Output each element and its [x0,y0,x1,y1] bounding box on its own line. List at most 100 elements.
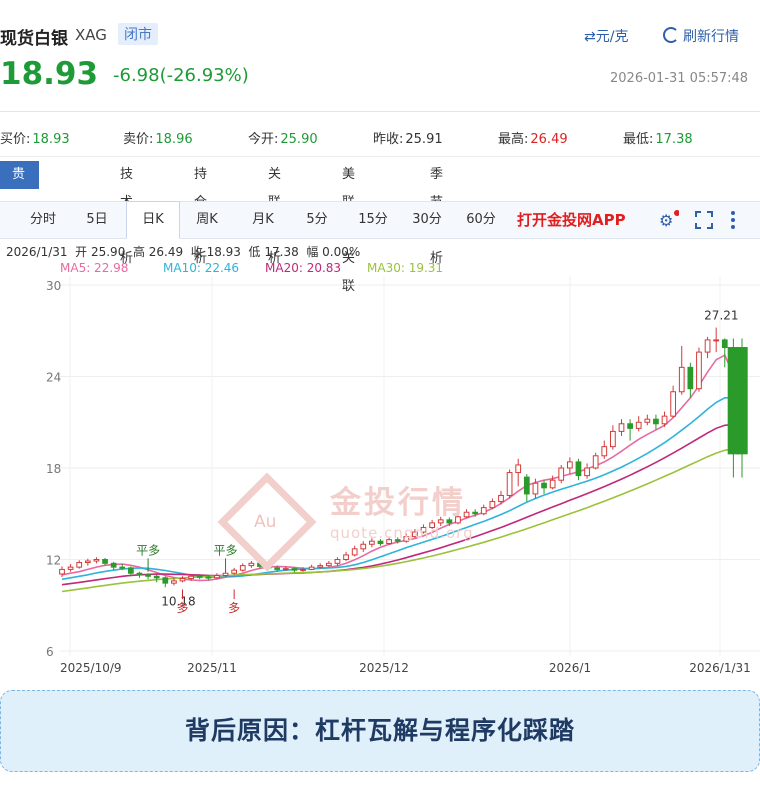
candle-body[interactable] [291,568,298,571]
candle-body[interactable] [300,568,306,571]
svg-text:⚙: ⚙ [659,211,673,230]
candle-body[interactable] [162,577,169,584]
period-5day[interactable]: 5日 [74,202,120,238]
period-15min[interactable]: 15分 [350,202,396,238]
candle-body[interactable] [67,566,74,570]
candle-body[interactable] [102,559,108,564]
candle-body[interactable] [239,565,246,571]
candle-body[interactable] [110,562,117,568]
candle-body[interactable] [584,467,590,477]
period-5min[interactable]: 5分 [294,202,340,238]
candle-body[interactable] [721,339,728,349]
candle-body[interactable] [592,455,599,469]
candle-body[interactable] [610,430,616,448]
period-intraday[interactable]: 分时 [20,202,66,238]
candle-body[interactable] [153,575,160,579]
candle-body[interactable] [127,567,134,574]
high-annotation: 27.21 [704,309,738,323]
candle-body[interactable] [644,418,651,423]
candle-body[interactable] [334,559,341,564]
candle-body[interactable] [541,482,547,489]
period-30min[interactable]: 30分 [404,202,450,238]
x-tick-label: 2026/1 [549,661,591,675]
candle-body[interactable] [678,366,685,393]
candle-body[interactable] [480,507,487,515]
stat-ask: 卖价: 18.96 [123,132,193,147]
fullscreen-icon[interactable] [695,211,713,229]
candle-body[interactable] [498,494,504,503]
candle-body[interactable] [472,511,479,515]
tab-fed[interactable]: 美联储关联 [342,161,355,294]
candle-body[interactable] [179,578,186,582]
candle-body[interactable] [282,568,289,571]
candle-body[interactable] [360,543,367,550]
stat-low: 最低: 17.38 [623,132,693,147]
candle-body[interactable] [661,415,668,425]
candle-body[interactable] [618,423,625,432]
candle-body[interactable] [635,421,642,429]
tab-technical[interactable]: 技术分析 [120,161,133,266]
candle-body[interactable] [136,572,143,576]
candle-body[interactable] [145,574,151,577]
candle-body[interactable] [713,339,720,342]
candle-body[interactable] [205,576,212,579]
candle-body[interactable] [687,366,694,390]
ohlc-readout: 2026/1/31 开 25.90 高 26.49 收 18.93 低 17.3… [6,245,361,259]
period-60min[interactable]: 60分 [458,202,504,238]
candle-body[interactable] [317,565,324,568]
y-tick-label: 30 [46,279,61,293]
candle-body[interactable] [93,559,100,562]
candle-body[interactable] [523,476,530,495]
candle-body[interactable] [119,566,126,569]
candle-body[interactable] [575,461,582,477]
candle-body[interactable] [506,472,513,496]
candle-body[interactable] [231,569,238,574]
candle-body[interactable] [532,482,539,495]
period-weekly-k[interactable]: 周K [184,202,230,238]
candle-body[interactable] [248,562,255,567]
tab-seasonal[interactable]: 季节分析 [430,161,443,266]
settings-icon[interactable]: ⚙ [659,210,680,230]
candle-body[interactable] [84,560,91,564]
unit-toggle-button[interactable]: ⇄元/克 [584,26,628,46]
candle-body[interactable] [670,391,677,417]
candle-body[interactable] [76,562,83,568]
candle-body[interactable] [653,418,659,425]
candle-body[interactable] [601,446,608,457]
period-monthly-k[interactable]: 月K [240,202,286,238]
candle-body[interactable] [274,567,281,570]
kline-chart[interactable]: 30 24 18 12 6 2025/10/9 2025/11 2025/12 2026/1 20… [0,276,760,676]
more-icon[interactable] [728,210,738,230]
period-toolbar: 分时 5日 日K 周K 月K 5分 15分 30分 60分 打开金投网APP ⚙ [0,201,760,239]
watermark-brand: 金投行情 [330,485,466,521]
instrument-title: 现货白银 [0,29,68,49]
candle-body[interactable] [704,339,711,353]
candle-body[interactable] [558,467,565,481]
candle-body[interactable] [351,548,358,556]
candle-body[interactable] [627,423,633,429]
tab-positions[interactable]: 持仓分析 [194,161,207,266]
stat-bid: 买价: 18.93 [0,132,70,147]
open-app-link[interactable]: 打开金投网APP [517,202,626,238]
refresh-button[interactable]: 刷新行情 [663,26,739,46]
candle-body[interactable] [214,575,220,579]
candle-body[interactable] [343,554,349,560]
tab-precious-metals[interactable]: 贵金属分析 [0,161,40,294]
candle-body[interactable] [489,501,496,509]
candle-body[interactable] [171,580,177,584]
candle-body[interactable] [59,568,65,575]
candle-body[interactable] [566,461,573,469]
tab-correlation[interactable]: 关联分析 [268,161,281,266]
candle-body[interactable] [308,566,315,570]
candle-body[interactable] [196,575,203,578]
candle-body[interactable] [188,575,194,580]
signal-long: 多 [177,601,189,615]
candle-body[interactable] [549,479,556,489]
candle-body[interactable] [736,347,748,455]
candle-body[interactable] [325,562,332,567]
candle-body[interactable] [696,351,702,390]
period-daily-k[interactable]: 日K [126,201,180,239]
candle-body[interactable] [222,572,229,577]
candle-body[interactable] [515,464,522,474]
signal-long: 多 [228,601,240,615]
